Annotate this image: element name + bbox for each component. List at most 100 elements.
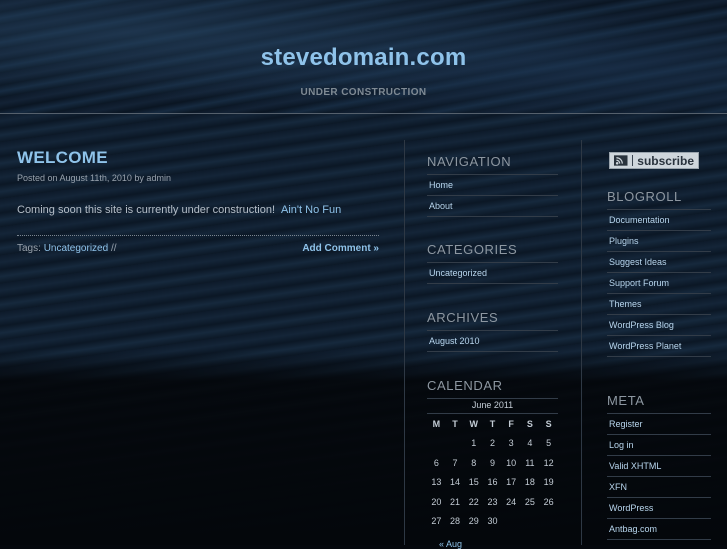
rss-icon bbox=[614, 155, 628, 166]
weekday-tue: T bbox=[452, 418, 458, 429]
calendar-day: 28 bbox=[450, 516, 461, 527]
meta-heading: META bbox=[607, 393, 645, 408]
subscribe-button[interactable]: subscribe bbox=[609, 152, 699, 169]
calendar-day: 2 bbox=[489, 438, 495, 449]
calendar-day: 21 bbox=[450, 496, 461, 507]
calendar-caption: June 2011 bbox=[471, 400, 514, 410]
post-meta: Posted on August 11th, 2010 by admin bbox=[17, 173, 171, 183]
calendar-day: 11 bbox=[525, 457, 535, 468]
meta-item: WordPress bbox=[607, 497, 711, 518]
calendar-day: 17 bbox=[506, 477, 517, 488]
calendar-week-row: 20 21 22 23 24 25 26 bbox=[427, 492, 558, 512]
blogroll-link-suggest-ideas[interactable]: Suggest Ideas bbox=[607, 252, 711, 272]
subscribe-label: subscribe bbox=[637, 153, 694, 168]
archive-link-august-2010[interactable]: August 2010 bbox=[427, 331, 558, 351]
nav-link-home[interactable]: Home bbox=[427, 175, 558, 195]
calendar-day: 19 bbox=[543, 477, 554, 488]
post-body: Coming soon this site is currently under… bbox=[17, 204, 341, 216]
post-body-link[interactable]: Ain't No Fun bbox=[281, 204, 341, 216]
calendar-week-row: 6 7 8 9 10 11 12 bbox=[427, 453, 558, 473]
weekday-wed: W bbox=[469, 418, 479, 429]
calendar-day: 16 bbox=[487, 477, 498, 488]
blogroll-link-plugins[interactable]: Plugins bbox=[607, 231, 711, 251]
category-item: Uncategorized bbox=[427, 262, 558, 284]
calendar-day: 29 bbox=[468, 516, 479, 527]
meta-link-antbag[interactable]: Antbag.com bbox=[607, 519, 711, 539]
meta-link-valid-xhtml[interactable]: Valid XHTML bbox=[607, 456, 711, 476]
calendar-day bbox=[446, 434, 465, 454]
blogroll-link-documentation[interactable]: Documentation bbox=[607, 210, 711, 230]
nav-link-about[interactable]: About bbox=[427, 196, 558, 216]
calendar-week-row: 13 14 15 16 17 18 19 bbox=[427, 473, 558, 493]
category-link-uncategorized[interactable]: Uncategorized bbox=[427, 263, 558, 283]
blogroll-heading: BLOGROLL bbox=[607, 189, 682, 204]
calendar-day: 22 bbox=[468, 496, 479, 507]
navigation-heading: NAVIGATION bbox=[427, 154, 512, 169]
blogroll-item: WordPress Blog bbox=[607, 314, 711, 335]
post-tags: Tags: Uncategorized // bbox=[17, 243, 117, 254]
weekday-fri: F bbox=[508, 418, 514, 429]
calendar-day: 1 bbox=[471, 438, 477, 449]
weekday-sat: S bbox=[526, 418, 533, 429]
subscribe-separator bbox=[631, 155, 633, 166]
nav-item-home: Home bbox=[427, 174, 558, 195]
blogroll-link-wordpress-blog[interactable]: WordPress Blog bbox=[607, 315, 711, 335]
sidebar-divider-left bbox=[404, 140, 405, 545]
meta-item: Log in bbox=[607, 434, 711, 455]
calendar-day: 27 bbox=[431, 516, 442, 527]
calendar-day: 9 bbox=[489, 457, 495, 468]
meta-item: Valid XHTML bbox=[607, 455, 711, 476]
calendar-day: 7 bbox=[452, 457, 458, 468]
navigation-list: Home About bbox=[427, 174, 558, 217]
calendar-day: 26 bbox=[543, 496, 554, 507]
meta-link-log-in[interactable]: Log in bbox=[607, 435, 711, 455]
meta-link-wordpress[interactable]: WordPress bbox=[607, 498, 711, 518]
add-comment-link[interactable]: Add Comment » bbox=[280, 243, 379, 254]
meta-link-xfn[interactable]: XFN bbox=[607, 477, 711, 497]
meta-item: Antbag.com bbox=[607, 518, 711, 540]
blogroll-link-wordpress-planet[interactable]: WordPress Planet bbox=[607, 336, 711, 356]
calendar-prev-link[interactable]: « Aug bbox=[439, 539, 462, 549]
site-title[interactable]: stevedomain.com bbox=[0, 44, 727, 72]
blogroll-item: Suggest Ideas bbox=[607, 251, 711, 272]
calendar-day: 13 bbox=[431, 477, 442, 488]
calendar-day: 20 bbox=[431, 496, 442, 507]
site-description: UNDER CONSTRUCTION bbox=[300, 87, 427, 98]
calendar-day: 24 bbox=[506, 496, 517, 507]
calendar-day: 30 bbox=[487, 516, 498, 527]
post-divider bbox=[17, 235, 379, 236]
calendar-day: 3 bbox=[508, 438, 514, 449]
calendar-day: 15 bbox=[468, 477, 479, 488]
calendar-day: 18 bbox=[524, 477, 535, 488]
tags-suffix: // bbox=[110, 243, 117, 254]
blogroll-link-themes[interactable]: Themes bbox=[607, 294, 711, 314]
tags-label: Tags: bbox=[17, 243, 41, 254]
calendar-day: 23 bbox=[487, 496, 498, 507]
blogroll-item: Plugins bbox=[607, 230, 711, 251]
post-title[interactable]: WELCOME bbox=[17, 148, 108, 168]
post-body-text: Coming soon this site is currently under… bbox=[17, 204, 276, 216]
weekday-thu: T bbox=[489, 418, 496, 429]
calendar-day bbox=[502, 512, 521, 532]
calendar-day: 14 bbox=[450, 477, 461, 488]
weekday-mon: M bbox=[432, 418, 441, 429]
meta-link-register[interactable]: Register bbox=[607, 414, 711, 434]
blogroll-link-support-forum[interactable]: Support Forum bbox=[607, 273, 711, 293]
calendar-day: 5 bbox=[546, 438, 552, 449]
calendar-day: 10 bbox=[506, 457, 517, 468]
archive-item: August 2010 bbox=[427, 330, 558, 352]
meta-list: Register Log in Valid XHTML XFN WordPres… bbox=[607, 413, 711, 540]
calendar-day: 6 bbox=[433, 457, 439, 468]
meta-item: XFN bbox=[607, 476, 711, 497]
weekday-sun: S bbox=[545, 418, 552, 429]
blogroll-item: Themes bbox=[607, 293, 711, 314]
calendar-top-rule bbox=[427, 398, 558, 399]
categories-list: Uncategorized bbox=[427, 262, 558, 284]
tag-link-uncategorized[interactable]: Uncategorized bbox=[44, 243, 108, 254]
categories-heading: CATEGORIES bbox=[427, 242, 518, 257]
calendar-day: 8 bbox=[471, 457, 477, 468]
archives-heading: ARCHIVES bbox=[427, 310, 499, 325]
calendar-body: 1 2 3 4 5 6 7 8 9 10 11 12 13 14 15 16 17 18 19 20 21 22 23 24 2… bbox=[427, 434, 558, 532]
calendar-heading: CALENDAR bbox=[427, 378, 503, 393]
site-header: stevedomain.com UNDER CONSTRUCTION bbox=[0, 0, 727, 114]
